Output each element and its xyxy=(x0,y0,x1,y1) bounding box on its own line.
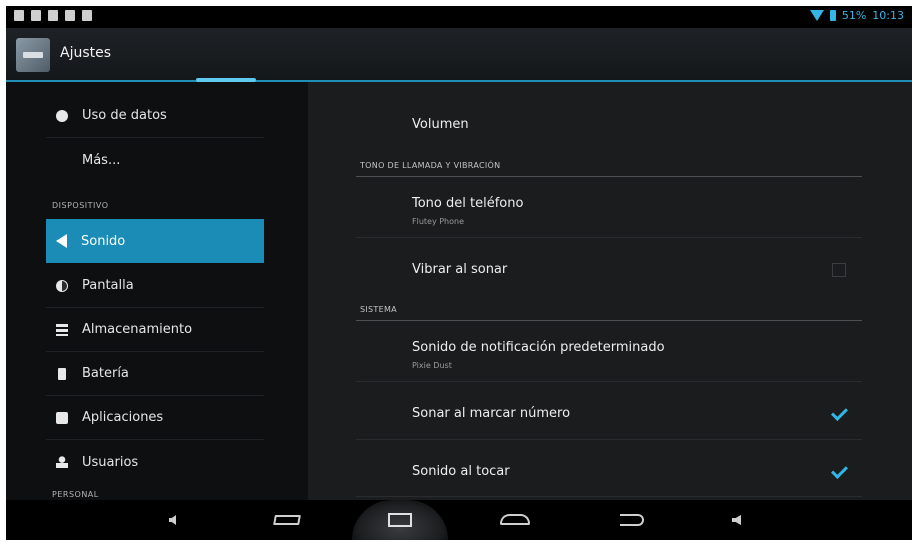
back-icon[interactable] xyxy=(620,514,644,526)
sidebar-item-users[interactable]: Usuarios xyxy=(46,440,264,484)
battery-icon xyxy=(58,367,66,380)
sidebar-item-label: Más... xyxy=(82,152,121,168)
action-bar: Ajustes xyxy=(6,28,912,80)
sound-settings-panel: Volumen TONO DE LLAMADA Y VIBRACIÓN Tono… xyxy=(308,82,912,500)
sidebar-item-label: Uso de datos xyxy=(82,108,167,123)
row-divider xyxy=(356,439,862,440)
tablet-screen: 51% 10:13 Ajustes Uso de datos Más... DI… xyxy=(6,6,912,540)
debug-icon xyxy=(31,10,41,21)
clock: 10:13 xyxy=(872,9,904,22)
battery-status-icon xyxy=(829,10,836,21)
usb-icon xyxy=(14,10,24,21)
notification-sound-setting[interactable]: Sonido de notificación predeterminado xyxy=(412,340,665,355)
row-divider xyxy=(356,496,862,497)
sidebar-item-display[interactable]: Pantalla xyxy=(46,264,264,308)
display-icon xyxy=(56,279,68,292)
section-divider xyxy=(356,176,862,177)
sidebar-item-label: Sonido xyxy=(81,233,126,249)
system-icons: 51% 10:13 xyxy=(809,9,904,22)
wifi-icon xyxy=(809,10,824,21)
row-divider xyxy=(356,381,862,382)
users-icon xyxy=(56,456,68,468)
vibrate-setting[interactable]: Vibrar al sonar xyxy=(412,262,507,277)
settings-app-icon[interactable] xyxy=(16,38,50,72)
sidebar-item-data-usage[interactable]: Uso de datos xyxy=(46,94,264,138)
sidebar-item-label: Almacenamiento xyxy=(82,322,193,337)
sidebar-item-sound[interactable]: Sonido xyxy=(46,219,264,263)
section-header-personal: PERSONAL xyxy=(52,490,99,499)
sidebar-item-battery[interactable]: Batería xyxy=(46,352,264,396)
dial-tones-setting[interactable]: Sonar al marcar número xyxy=(412,406,570,421)
section-header-system: SISTEMA xyxy=(360,305,397,314)
sound-icon xyxy=(56,234,67,248)
sidebar-item-apps[interactable]: Aplicaciones xyxy=(46,396,264,440)
settings-sidebar: Uso de datos Más... DISPOSITIVO Sonido P… xyxy=(6,82,308,500)
android-icon xyxy=(65,10,75,21)
row-divider xyxy=(356,237,862,238)
ringtone-value: Flutey Phone xyxy=(412,217,465,226)
touch-sounds-checkbox[interactable] xyxy=(831,462,848,479)
section-header-ringtone: TONO DE LLAMADA Y VIBRACIÓN xyxy=(360,161,501,170)
section-divider xyxy=(356,320,862,321)
section-header-device: DISPOSITIVO xyxy=(52,201,109,210)
touch-sounds-setting[interactable]: Sonido al tocar xyxy=(412,464,510,479)
battery-percent: 51% xyxy=(841,9,867,22)
volume-down-icon[interactable] xyxy=(169,515,176,525)
volume-up-icon[interactable] xyxy=(732,515,741,525)
sidebar-item-label: Pantalla xyxy=(82,278,134,293)
image-icon xyxy=(48,10,58,21)
sidebar-item-label: Batería xyxy=(82,366,129,381)
notification-icons xyxy=(14,10,92,21)
page-title: Ajustes xyxy=(60,45,112,61)
vibrate-checkbox[interactable] xyxy=(832,263,846,277)
recents-icon[interactable] xyxy=(273,515,301,525)
sidebar-item-storage[interactable]: Almacenamiento xyxy=(46,308,264,352)
sidebar-item-label: Usuarios xyxy=(82,454,139,470)
data-usage-icon xyxy=(56,109,68,122)
notification-sound-value: Pixie Dust xyxy=(412,361,452,370)
ringtone-setting[interactable]: Tono del teléfono xyxy=(412,196,523,211)
volume-setting[interactable]: Volumen xyxy=(412,117,469,132)
navigation-bar xyxy=(6,500,912,540)
home-icon[interactable] xyxy=(500,514,530,525)
sidebar-item-label: Aplicaciones xyxy=(82,410,164,425)
briefcase-icon xyxy=(82,10,92,21)
dial-tones-checkbox[interactable] xyxy=(831,404,848,421)
status-bar: 51% 10:13 xyxy=(6,6,912,28)
storage-icon xyxy=(56,323,68,336)
apps-icon xyxy=(56,411,68,424)
sidebar-item-more[interactable]: Más... xyxy=(46,138,264,182)
screenshot-icon[interactable] xyxy=(388,513,412,527)
